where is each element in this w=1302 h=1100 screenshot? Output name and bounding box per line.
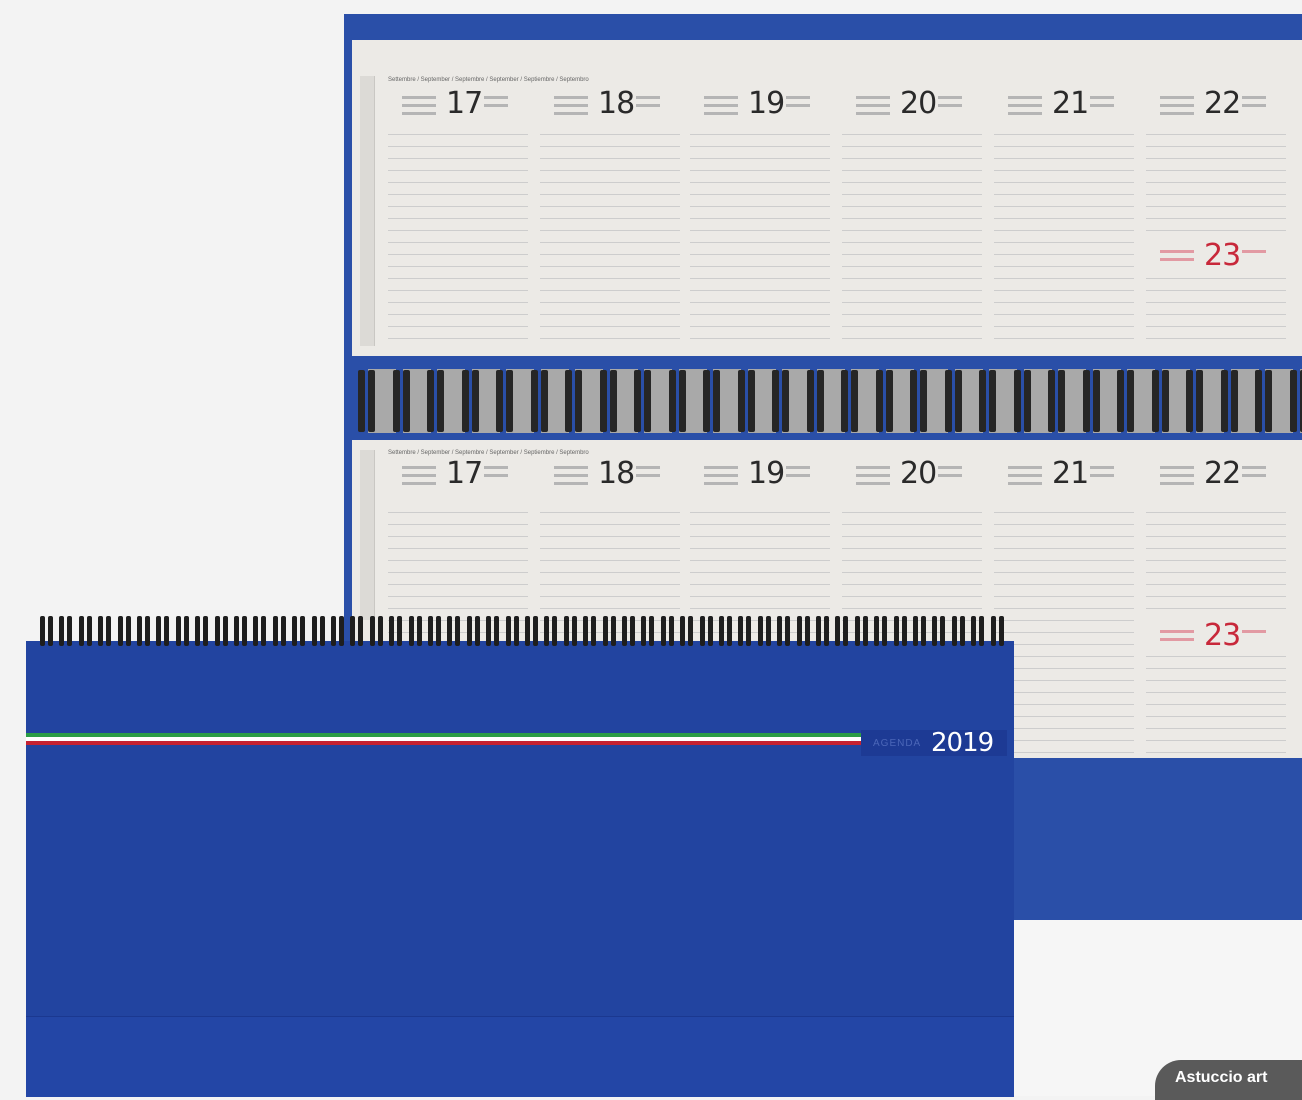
- sunday-number: 23: [1204, 238, 1241, 273]
- hour-strip: [360, 450, 375, 620]
- day-number: 17: [446, 456, 483, 491]
- front-cover-fold: [26, 1016, 1014, 1097]
- day-column: 19: [690, 454, 830, 494]
- day-number: 18: [598, 456, 635, 491]
- sunday-number: 23: [1204, 618, 1241, 653]
- sunday-box: 23: [1146, 236, 1286, 276]
- day-column: 17: [388, 84, 528, 124]
- day-number: 19: [748, 86, 785, 121]
- product-badge: Astuccio art: [1155, 1060, 1302, 1100]
- badge-label: Astuccio art: [1175, 1069, 1268, 1086]
- day-number: 21: [1052, 86, 1089, 121]
- year-label: 2019: [931, 728, 994, 758]
- day-column: 21: [994, 454, 1134, 494]
- day-number: 18: [598, 86, 635, 121]
- spiral-binding: [352, 366, 1302, 436]
- day-column: 22: [1146, 454, 1286, 494]
- day-column: 20: [842, 84, 982, 124]
- hour-strip: [360, 76, 375, 346]
- day-number: 22: [1204, 456, 1241, 491]
- day-number: 17: [446, 86, 483, 121]
- day-column: 18: [540, 84, 680, 124]
- sunday-box: 23: [1146, 616, 1286, 656]
- day-column: 17: [388, 454, 528, 494]
- front-spiral-binding: [40, 612, 1010, 672]
- cover-label: AGENDA 2019: [861, 728, 1007, 758]
- brand-small: AGENDA: [873, 738, 922, 749]
- day-column: 21: [994, 84, 1134, 124]
- day-number: 19: [748, 456, 785, 491]
- day-column: 18: [540, 454, 680, 494]
- day-number: 20: [900, 86, 937, 121]
- day-number: 21: [1052, 456, 1089, 491]
- day-number: 20: [900, 456, 937, 491]
- day-number: 22: [1204, 86, 1241, 121]
- day-column: 20: [842, 454, 982, 494]
- upper-week-page: Settembre / September / Septembre / Sept…: [352, 40, 1302, 356]
- flag-stripe-red: [26, 741, 861, 745]
- day-column: 19: [690, 84, 830, 124]
- back-cover-extension: [1014, 758, 1302, 920]
- day-column: 22: [1146, 84, 1286, 124]
